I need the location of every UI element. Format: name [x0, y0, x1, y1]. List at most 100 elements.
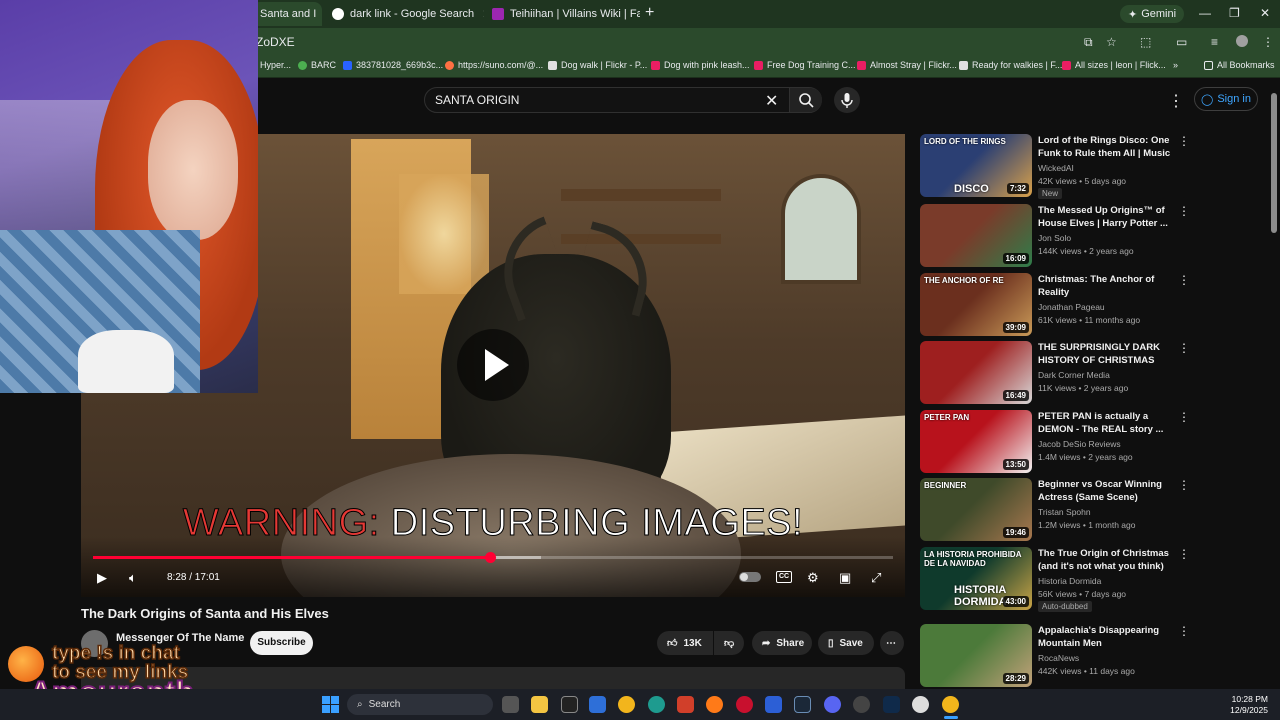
recommended-video[interactable]: PETER PAN 13:50 PETER PAN is actually a DE…: [920, 410, 1270, 474]
bookmark-item[interactable]: All sizes | leon | Flick...: [1062, 60, 1166, 70]
profile-avatar[interactable]: [1236, 35, 1248, 47]
tab-villains-wiki[interactable]: Teihiihan | Villains Wiki | Fando ✕: [484, 2, 640, 26]
video-thumbnail[interactable]: BEGINNER 19:46: [920, 478, 1032, 541]
opera-icon[interactable]: [736, 696, 753, 713]
more-actions-button[interactable]: ⋯: [880, 631, 904, 655]
clear-search-icon[interactable]: ✕: [765, 91, 778, 111]
recommended-video[interactable]: LA HISTORIA PROHIBIDA DE LA NAVIDAD HISTO…: [920, 547, 1270, 612]
recommended-channel-name[interactable]: Dark Corner Media: [1038, 370, 1110, 380]
epic-games-icon[interactable]: [561, 696, 578, 713]
tab-google-search[interactable]: dark link - Google Search ✕: [324, 2, 484, 26]
restore-icon[interactable]: ❐: [1229, 6, 1240, 20]
recommended-channel-name[interactable]: Jon Solo: [1038, 233, 1071, 243]
fullscreen-icon[interactable]: ⤢: [871, 570, 881, 586]
brave-icon[interactable]: [677, 696, 694, 713]
search-box[interactable]: SANTA ORIGIN ✕: [424, 87, 822, 113]
scrubber-handle[interactable]: [484, 552, 496, 563]
more-options-icon[interactable]: ⋮: [1178, 273, 1190, 287]
more-options-icon[interactable]: ⋮: [1178, 624, 1190, 638]
share-button[interactable]: ➦ Share: [752, 631, 812, 655]
microsoft-store-icon[interactable]: [589, 696, 606, 713]
search-button[interactable]: [789, 88, 822, 112]
more-options-icon[interactable]: ⋮: [1178, 547, 1190, 561]
autoplay-toggle[interactable]: [739, 572, 761, 582]
recommended-video[interactable]: 28:29 Appalachia's Disappearing Mountain …: [920, 624, 1270, 688]
close-icon[interactable]: ✕: [316, 7, 322, 21]
star-icon[interactable]: ☆: [1106, 35, 1117, 49]
task-view-icon[interactable]: [502, 696, 519, 713]
recommended-channel-name[interactable]: Jacob DeSio Reviews: [1038, 439, 1121, 449]
edge-icon[interactable]: [648, 696, 665, 713]
progress-bar[interactable]: [93, 552, 893, 563]
recommended-channel-name[interactable]: Historia Dormida: [1038, 576, 1101, 586]
all-bookmarks[interactable]: All Bookmarks: [1204, 60, 1275, 70]
bookmarks-overflow-icon[interactable]: »: [1173, 60, 1178, 70]
sign-in-button[interactable]: ◯ Sign in: [1194, 87, 1258, 111]
menu-icon[interactable]: ⋮: [1262, 35, 1274, 49]
recommended-video-title[interactable]: The True Origin of Christmas (and it's n…: [1038, 547, 1173, 573]
like-button[interactable]: 👍︎ 13K: [657, 631, 713, 655]
recommended-video-title[interactable]: Lord of the Rings Disco: One Funk to Rul…: [1038, 134, 1173, 160]
recommended-video[interactable]: THE ANCHOR OF RE 39:09 Christmas: The Anch…: [920, 273, 1270, 337]
extensions-icon[interactable]: ⬚: [1140, 35, 1151, 49]
recommended-video-title[interactable]: THE SURPRISINGLY DARK HISTORY OF CHRISTM…: [1038, 341, 1173, 367]
video-thumbnail[interactable]: 16:09: [920, 204, 1032, 267]
minimize-icon[interactable]: —: [1199, 6, 1211, 20]
scrollbar[interactable]: [1271, 93, 1277, 233]
recommended-video-title[interactable]: PETER PAN is actually a DEMON - The REAL…: [1038, 410, 1173, 436]
dislike-button[interactable]: 👎︎: [714, 631, 744, 655]
install-icon[interactable]: ⧉: [1084, 35, 1093, 50]
close-icon[interactable]: ✕: [474, 7, 484, 21]
recommended-video[interactable]: 16:49 THE SURPRISINGLY DARK HISTORY OF CH…: [920, 341, 1270, 405]
more-options-icon[interactable]: ⋮: [1178, 134, 1190, 148]
voice-search-button[interactable]: [834, 87, 860, 113]
video-thumbnail[interactable]: 28:29: [920, 624, 1032, 687]
more-options-icon[interactable]: ⋮: [1178, 478, 1190, 492]
bookmark-item[interactable]: Free Dog Training C...: [754, 60, 856, 70]
windows-start-icon[interactable]: [322, 696, 339, 713]
more-options-icon[interactable]: ⋮: [1178, 410, 1190, 424]
recommended-channel-name[interactable]: Tristan Spohn: [1038, 507, 1091, 517]
big-play-button[interactable]: [457, 329, 529, 401]
bookmark-item[interactable]: 383781028_669b3c...: [343, 60, 443, 70]
more-options-icon[interactable]: ⋮: [1178, 341, 1190, 355]
photoshop-icon[interactable]: [883, 696, 900, 713]
omnibox[interactable]: ZoDXE: [256, 31, 295, 53]
more-options-icon[interactable]: ⋮: [1178, 204, 1190, 218]
recommended-video[interactable]: BEGINNER 19:46 Beginner vs Oscar Winning A…: [920, 478, 1270, 542]
file-explorer-icon[interactable]: [531, 696, 548, 713]
video-thumbnail[interactable]: 16:49: [920, 341, 1032, 404]
save-button[interactable]: ▯ Save: [818, 631, 874, 655]
system-clock[interactable]: 10:28 PM 12/9/2025: [1222, 694, 1268, 716]
recommended-video-title[interactable]: Christmas: The Anchor of Reality: [1038, 273, 1173, 299]
settings-menu-icon[interactable]: ⋮: [1168, 91, 1184, 111]
video-thumbnail[interactable]: THE ANCHOR OF RE 39:09: [920, 273, 1032, 336]
new-tab-icon[interactable]: +: [645, 4, 654, 22]
app-icon[interactable]: [912, 696, 929, 713]
discord-icon[interactable]: [824, 696, 841, 713]
subscribe-button[interactable]: Subscribe: [250, 631, 313, 655]
bookmark-item[interactable]: BARC: [298, 60, 336, 70]
bookmark-item[interactable]: Hyper...: [260, 60, 291, 70]
recommended-channel-name[interactable]: RocaNews: [1038, 653, 1079, 663]
steam-icon[interactable]: [794, 696, 811, 713]
bookmark-item[interactable]: https://suno.com/@...: [445, 60, 543, 70]
volume-icon[interactable]: 🔈︎: [129, 570, 137, 586]
recommended-channel-name[interactable]: WickedAI: [1038, 163, 1074, 173]
miniplayer-icon[interactable]: ▣: [839, 570, 851, 586]
gemini-button[interactable]: ✦ Gemini: [1120, 5, 1185, 23]
recommended-video[interactable]: LORD OF THE RINGS DISCO 7:32 Lord of the Ri…: [920, 134, 1270, 199]
captions-button[interactable]: CC: [776, 571, 792, 583]
sidepanel-icon[interactable]: ▭: [1176, 35, 1187, 49]
chrome-icon[interactable]: [618, 696, 635, 713]
media-icon[interactable]: ≡: [1211, 35, 1218, 49]
obs-icon[interactable]: [853, 696, 870, 713]
description-box[interactable]: [81, 667, 905, 689]
video-thumbnail[interactable]: LORD OF THE RINGS DISCO 7:32: [920, 134, 1032, 197]
bookmark-item[interactable]: Dog with pink leash...: [651, 60, 750, 70]
play-icon[interactable]: ▶: [97, 570, 107, 586]
recommended-video-title[interactable]: Appalachia's Disappearing Mountain Men: [1038, 624, 1173, 650]
recommended-channel-name[interactable]: Jonathan Pageau: [1038, 302, 1105, 312]
recommended-video-title[interactable]: Beginner vs Oscar Winning Actress (Same …: [1038, 478, 1173, 504]
video-thumbnail[interactable]: PETER PAN 13:50: [920, 410, 1032, 473]
